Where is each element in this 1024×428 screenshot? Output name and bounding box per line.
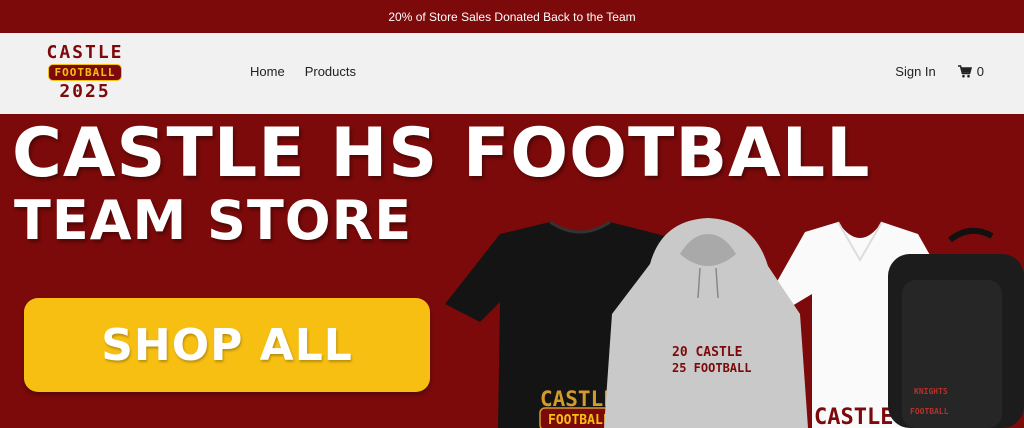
white-tee-line1: CASTLE [814, 405, 893, 428]
logo-text-top: CASTLE [46, 42, 124, 63]
backpack-image: KNIGHTS FOOTBALL [888, 227, 1024, 428]
nav-link-home[interactable]: Home [250, 64, 285, 79]
site-header: CASTLE FOOTBALL 2025 Home Products Sign … [0, 33, 1024, 114]
promo-text: 20% of Store Sales Donated Back to the T… [388, 9, 636, 24]
hoodie-line2: 25 FOOTBALL [672, 361, 751, 375]
backpack-line1: KNIGHTS [914, 387, 948, 396]
sign-in-link[interactable]: Sign In [895, 64, 935, 79]
backpack-line2: FOOTBALL [910, 407, 949, 416]
site-logo[interactable]: CASTLE FOOTBALL 2025 [44, 43, 126, 102]
account-nav: Sign In 0 [895, 64, 984, 79]
hero-title: CASTLE HS FOOTBALL [12, 114, 871, 193]
logo-text-middle: FOOTBALL [47, 64, 123, 81]
nav-link-products[interactable]: Products [305, 64, 356, 79]
hero-banner: CASTLE HS FOOTBALL TEAM STORE SHOP ALL C… [0, 114, 1024, 428]
black-tee-line2: FOOTBALL [548, 413, 611, 428]
cart-button[interactable]: 0 [957, 64, 984, 79]
cart-count: 0 [976, 64, 984, 79]
hero-subtitle: TEAM STORE [14, 189, 413, 252]
logo-text-bottom: 2025 [59, 81, 111, 102]
shop-all-button[interactable]: SHOP ALL [24, 298, 430, 392]
promo-banner: 20% of Store Sales Donated Back to the T… [0, 0, 1024, 33]
cart-icon [957, 65, 972, 78]
main-nav: Home Products [250, 64, 356, 79]
hoodie-line1: 20 CASTLE [672, 345, 742, 360]
merch-image: CASTLE FOOTBALL CASTLE 20 CASTLE 25 FOOT… [445, 218, 1024, 428]
